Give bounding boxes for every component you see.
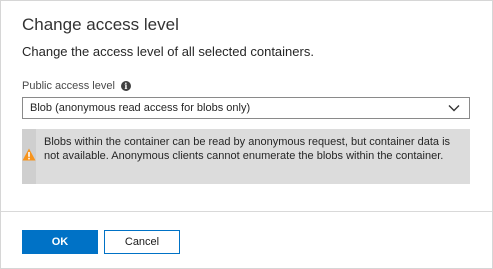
warning-icon-container: [22, 129, 36, 184]
dialog-title: Change access level: [22, 15, 179, 34]
dialog-subtitle: Change the access level of all selected …: [22, 44, 314, 59]
public-access-level-value: Blob (anonymous read access for blobs on…: [30, 102, 251, 114]
change-access-level-dialog: Change access level Change the access le…: [0, 0, 493, 269]
public-access-label-row: Public access level i: [22, 78, 131, 94]
warning-text: Blobs within the container can be read b…: [44, 136, 451, 162]
public-access-label: Public access level: [22, 80, 115, 92]
warning-message: Blobs within the container can be read b…: [22, 129, 470, 184]
cancel-button[interactable]: Cancel: [104, 230, 180, 254]
footer-divider: [1, 211, 492, 212]
info-icon[interactable]: i: [120, 81, 131, 91]
chevron-down-icon[interactable]: [447, 101, 461, 115]
warning-icon: [22, 148, 36, 166]
public-access-level-select[interactable]: Blob (anonymous read access for blobs on…: [22, 97, 470, 119]
ok-button[interactable]: OK: [22, 230, 98, 254]
